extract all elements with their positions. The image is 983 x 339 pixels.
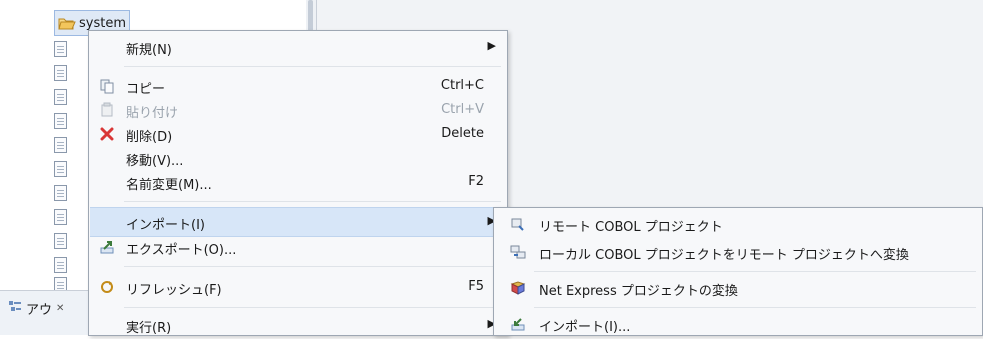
outline-tab[interactable]: アウ ✕ <box>8 299 64 318</box>
menu-separator <box>534 271 976 272</box>
chevron-right-icon: ▶ <box>487 39 496 52</box>
submenu-item-remote-label: リモート COBOL プロジェクト <box>539 220 723 235</box>
menu-item-new-label: 新規(N) <box>126 43 172 58</box>
convert-project-icon <box>509 243 527 261</box>
submenu-item-convert[interactable]: ローカル COBOL プロジェクトをリモート プロジェクトへ変換 <box>495 238 981 266</box>
menu-separator <box>124 66 501 67</box>
submenu-item-convert-label: ローカル COBOL プロジェクトをリモート プロジェクトへ変換 <box>539 248 909 263</box>
menu-item-move-label: 移動(V)... <box>126 154 184 169</box>
refresh-icon <box>98 278 116 296</box>
bottom-view-tabs: アウ ✕ <box>0 290 92 335</box>
menu-separator <box>124 266 501 267</box>
menu-separator <box>124 307 501 308</box>
import-submenu: リモート COBOL プロジェクト ローカル COBOL プロジェクトをリモート… <box>493 207 983 336</box>
file-icon <box>54 209 67 225</box>
import-icon <box>509 315 527 333</box>
menu-item-refresh[interactable]: リフレッシュ(F) F5 <box>90 273 506 301</box>
copy-icon <box>98 77 116 95</box>
menu-item-copy-label: コピー <box>126 82 166 97</box>
menu-item-import-label: インポート(I) <box>126 218 205 233</box>
file-icon <box>54 137 67 153</box>
tree-file-row[interactable] <box>54 182 67 204</box>
file-icon <box>54 233 67 249</box>
menu-item-export-label: エクスポート(O)... <box>126 243 237 258</box>
menu-separator <box>124 201 501 202</box>
submenu-item-netexpress[interactable]: Net Express プロジェクトの変換 <box>495 274 981 302</box>
outline-icon <box>8 300 22 318</box>
export-icon <box>98 238 116 256</box>
menu-item-rename-label: 名前変更(M)... <box>126 178 212 193</box>
delete-icon <box>98 125 116 143</box>
file-icon <box>54 41 67 57</box>
menu-item-rename[interactable]: 名前変更(M)... F2 <box>90 168 506 196</box>
close-icon[interactable]: ✕ <box>56 303 64 314</box>
submenu-item-import-label: インポート(I)... <box>539 320 631 335</box>
menu-item-run[interactable]: 実行(R) ▶ <box>90 311 506 339</box>
submenu-item-remote[interactable]: リモート COBOL プロジェクト <box>495 210 981 238</box>
menu-item-delete-shortcut: Delete <box>441 126 484 141</box>
file-icon <box>54 65 67 81</box>
folder-open-icon <box>58 16 76 30</box>
menu-item-paste-shortcut: Ctrl+V <box>441 102 484 117</box>
tree-file-row[interactable] <box>54 158 67 180</box>
menu-item-copy-shortcut: Ctrl+C <box>440 78 484 93</box>
menu-item-rename-shortcut: F2 <box>468 174 484 189</box>
menu-item-new[interactable]: 新規(N) ▶ <box>90 33 506 61</box>
menu-item-run-label: 実行(R) <box>126 321 172 336</box>
context-menu: 新規(N) ▶ コピー Ctrl+C 貼り付け Ctrl+V 削除(D) Del… <box>88 30 508 336</box>
tree-folder-label: system <box>79 15 126 31</box>
tree-file-row[interactable] <box>54 206 67 228</box>
menu-item-refresh-label: リフレッシュ(F) <box>126 283 222 298</box>
tree-file-row[interactable] <box>54 134 67 156</box>
menu-item-paste-label: 貼り付け <box>126 106 179 121</box>
file-icon <box>54 257 67 273</box>
tree-file-row[interactable] <box>54 62 67 84</box>
tree-file-row[interactable] <box>54 38 67 60</box>
file-icon <box>54 113 67 129</box>
file-icon <box>54 161 67 177</box>
file-icon <box>54 89 67 105</box>
menu-item-refresh-shortcut: F5 <box>468 279 484 294</box>
submenu-item-netexpress-label: Net Express プロジェクトの変換 <box>539 284 738 299</box>
netexpress-icon <box>509 279 527 297</box>
file-icon <box>54 185 67 201</box>
paste-icon <box>98 101 116 119</box>
menu-separator <box>534 307 976 308</box>
tree-file-row[interactable] <box>54 230 67 252</box>
menu-item-delete-label: 削除(D) <box>126 130 173 145</box>
outline-tab-label: アウ <box>26 303 53 318</box>
tree-file-row[interactable] <box>54 254 67 276</box>
tree-file-row[interactable] <box>54 86 67 108</box>
remote-project-icon <box>509 215 527 233</box>
menu-item-export[interactable]: エクスポート(O)... <box>90 233 506 261</box>
tree-file-row[interactable] <box>54 110 67 132</box>
